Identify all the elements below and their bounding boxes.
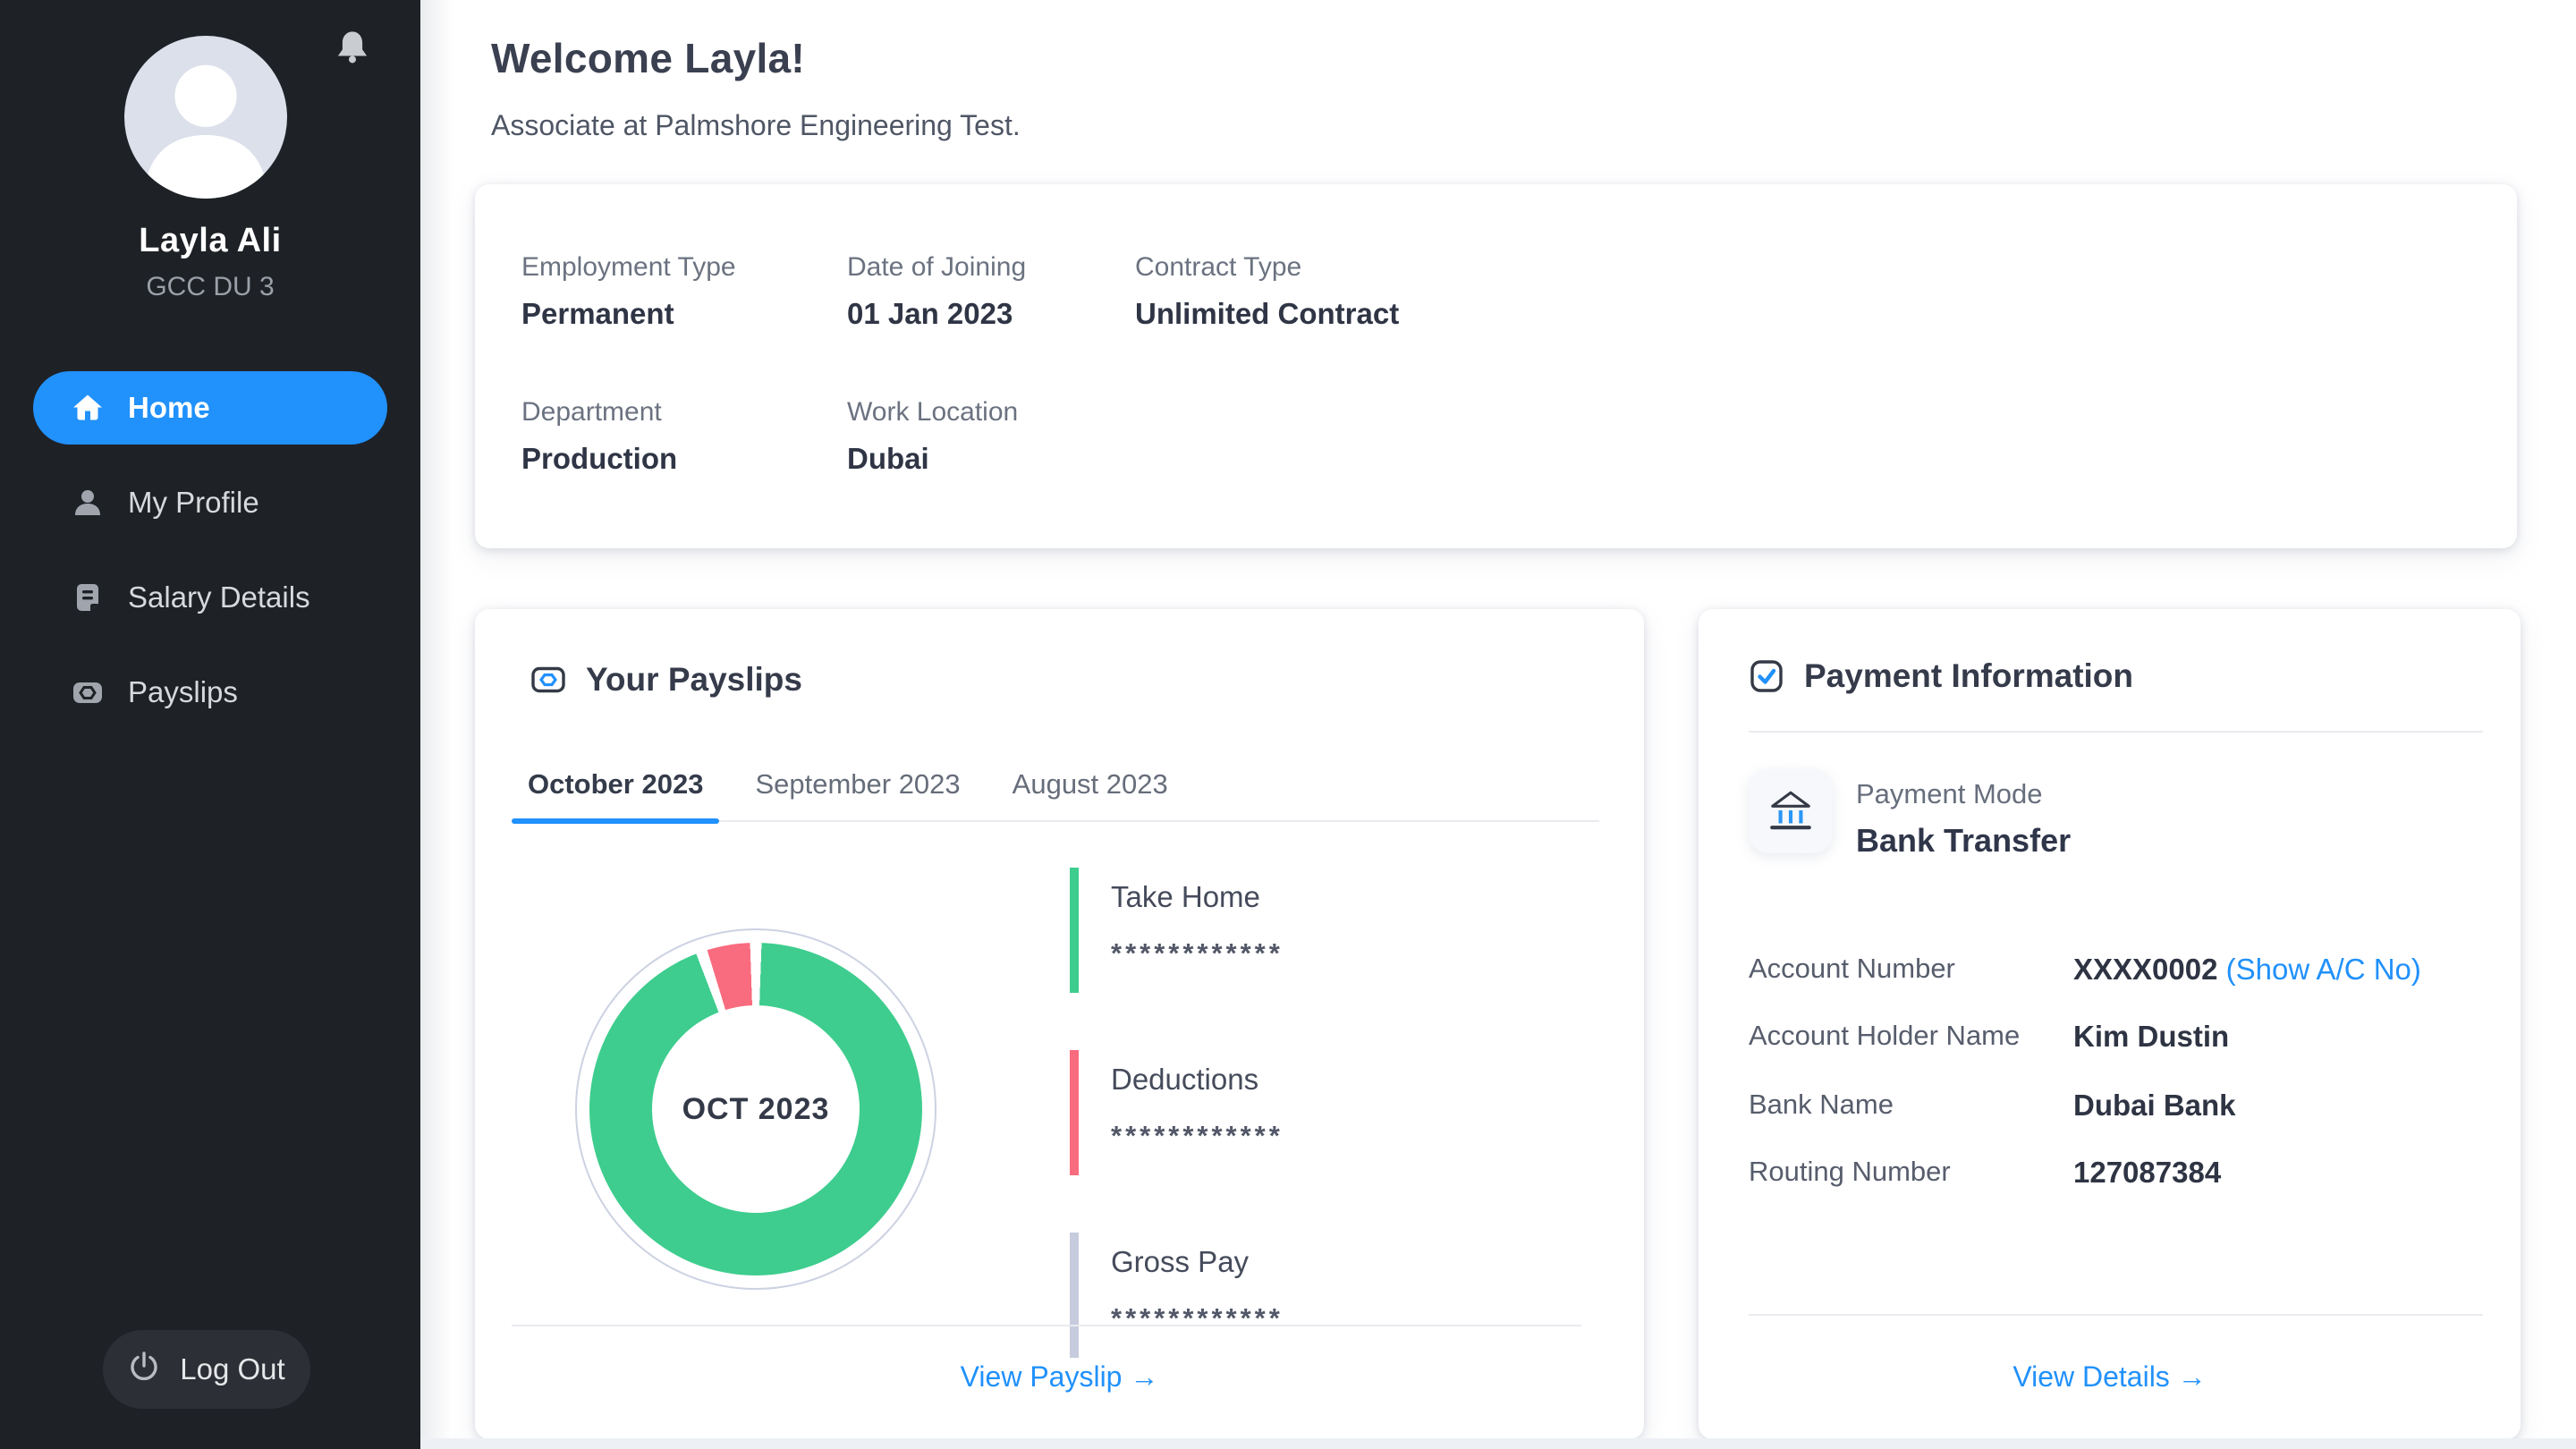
- field-label: Department: [521, 397, 847, 428]
- field-contract-type: Contract Type Unlimited Contract: [1135, 252, 2470, 331]
- field-value: Production: [521, 442, 847, 476]
- field-label: Employment Type: [521, 252, 847, 283]
- field-label: Contract Type: [1135, 252, 2470, 283]
- nav-label-my-profile: My Profile: [128, 486, 259, 520]
- home-icon: [71, 391, 105, 425]
- row-label: Account Number: [1749, 953, 1955, 985]
- legend-item-gross-pay: Gross Pay ************: [1070, 1233, 1571, 1358]
- donut-chart: OCT 2023: [589, 943, 922, 1275]
- row-label: Bank Name: [1749, 1089, 1894, 1121]
- cash-icon: [71, 675, 105, 709]
- divider: [1749, 731, 2483, 733]
- row-value: 127087384: [2073, 1156, 2221, 1190]
- row-label: Routing Number: [1749, 1156, 1951, 1188]
- sidebar-item-salary-details[interactable]: Salary Details: [33, 561, 387, 634]
- field-employment-type: Employment Type Permanent: [521, 252, 847, 331]
- payment-card-title: Payment Information: [1804, 657, 2133, 695]
- bank-icon-badge: [1749, 769, 1833, 853]
- payslips-card-title: Your Payslips: [586, 661, 802, 699]
- person-icon: [71, 486, 105, 520]
- page-subtitle: Associate at Palmshore Engineering Test.: [491, 109, 1021, 142]
- view-payslip-link[interactable]: View Payslip →: [475, 1360, 1644, 1394]
- arrow-right-icon: →: [2178, 1360, 2207, 1393]
- tab-september-2023[interactable]: September 2023: [739, 763, 976, 820]
- payment-card-header: Payment Information: [1749, 657, 2133, 695]
- payment-mode-value: Bank Transfer: [1856, 822, 2071, 860]
- banknote-icon: [530, 662, 566, 698]
- legend-item-deductions: Deductions ************: [1070, 1050, 1571, 1175]
- logout-button[interactable]: Log Out: [103, 1330, 310, 1409]
- legend-masked-value: ************: [1111, 1302, 1571, 1335]
- field-value: Permanent: [521, 297, 847, 331]
- legend-item-take-home: Take Home ************: [1070, 868, 1571, 993]
- employment-summary-grid: Employment Type Permanent Date of Joinin…: [521, 252, 2470, 476]
- person-silhouette-icon: [124, 36, 287, 199]
- row-account-holder-name: Account Holder Name Kim Dustin: [1749, 1020, 2483, 1059]
- field-date-of-joining: Date of Joining 01 Jan 2023: [847, 252, 1135, 331]
- logout-label: Log Out: [180, 1352, 284, 1386]
- sidebar-item-my-profile[interactable]: My Profile: [33, 466, 387, 539]
- legend-label: Gross Pay: [1111, 1245, 1571, 1279]
- view-payslip-label: View Payslip: [961, 1360, 1123, 1393]
- field-label: Date of Joining: [847, 252, 1135, 283]
- page-bottom-strip: [420, 1438, 2576, 1449]
- nav-label-home: Home: [128, 391, 210, 425]
- field-department: Department Production: [521, 397, 847, 476]
- nav-label-payslips: Payslips: [128, 675, 238, 709]
- field-value: Dubai: [847, 442, 1135, 476]
- divider: [512, 1325, 1581, 1326]
- show-account-number-link[interactable]: (Show A/C No): [2226, 953, 2421, 986]
- row-routing-number: Routing Number 127087384: [1749, 1156, 2483, 1195]
- legend-masked-value: ************: [1111, 1120, 1571, 1152]
- sidebar-item-home[interactable]: Home: [33, 371, 387, 445]
- bank-icon: [1766, 786, 1816, 836]
- tab-october-2023[interactable]: October 2023: [512, 763, 719, 820]
- sidebar-item-payslips[interactable]: Payslips: [33, 656, 387, 729]
- page-title: Welcome Layla!: [491, 34, 805, 82]
- payslips-card-header: Your Payslips: [530, 661, 802, 699]
- checkbox-check-icon: [1749, 658, 1784, 694]
- user-unit: GCC DU 3: [0, 272, 420, 302]
- row-value: XXXX0002: [2073, 953, 2217, 986]
- row-value: Dubai Bank: [2073, 1089, 2236, 1123]
- donut-outer-ring: OCT 2023: [575, 928, 936, 1290]
- donut-hole: OCT 2023: [652, 1005, 860, 1213]
- payment-mode-label: Payment Mode: [1856, 778, 2043, 810]
- view-details-label: View Details: [2012, 1360, 2169, 1393]
- document-icon: [71, 580, 105, 614]
- divider: [1749, 1314, 2483, 1316]
- row-bank-name: Bank Name Dubai Bank: [1749, 1089, 2483, 1128]
- payslip-month-tabs: October 2023 September 2023 August 2023: [512, 763, 1599, 822]
- legend-label: Deductions: [1111, 1063, 1571, 1097]
- field-value: Unlimited Contract: [1135, 297, 2470, 331]
- row-label: Account Holder Name: [1749, 1020, 2020, 1052]
- legend-masked-value: ************: [1111, 937, 1571, 970]
- legend-label: Take Home: [1111, 880, 1571, 914]
- sidebar: Layla Ali GCC DU 3 Home My Profile: [0, 0, 420, 1449]
- tab-august-2023[interactable]: August 2023: [996, 763, 1184, 820]
- field-value: 01 Jan 2023: [847, 297, 1135, 331]
- field-work-location: Work Location Dubai: [847, 397, 1135, 476]
- view-details-link[interactable]: View Details →: [1699, 1360, 2521, 1394]
- power-icon: [128, 1350, 160, 1389]
- row-value: Kim Dustin: [2073, 1020, 2229, 1054]
- avatar: [124, 36, 287, 199]
- notifications-bell-icon[interactable]: [335, 27, 370, 66]
- main-content: Welcome Layla! Associate at Palmshore En…: [420, 0, 2576, 1449]
- donut-center-label: OCT 2023: [682, 1092, 830, 1127]
- employment-summary-card: Employment Type Permanent Date of Joinin…: [475, 184, 2517, 548]
- row-account-number: Account Number XXXX0002 (Show A/C No): [1749, 953, 2483, 992]
- user-name: Layla Ali: [0, 222, 420, 260]
- arrow-right-icon: →: [1130, 1360, 1158, 1393]
- payment-info-card: Payment Information Payment Mode Bank Tr…: [1699, 609, 2521, 1439]
- field-label: Work Location: [847, 397, 1135, 428]
- sidebar-nav: Home My Profile Salary Details: [33, 371, 387, 750]
- nav-label-salary-details: Salary Details: [128, 580, 310, 614]
- payslips-card: Your Payslips October 2023 September 202…: [475, 609, 1644, 1439]
